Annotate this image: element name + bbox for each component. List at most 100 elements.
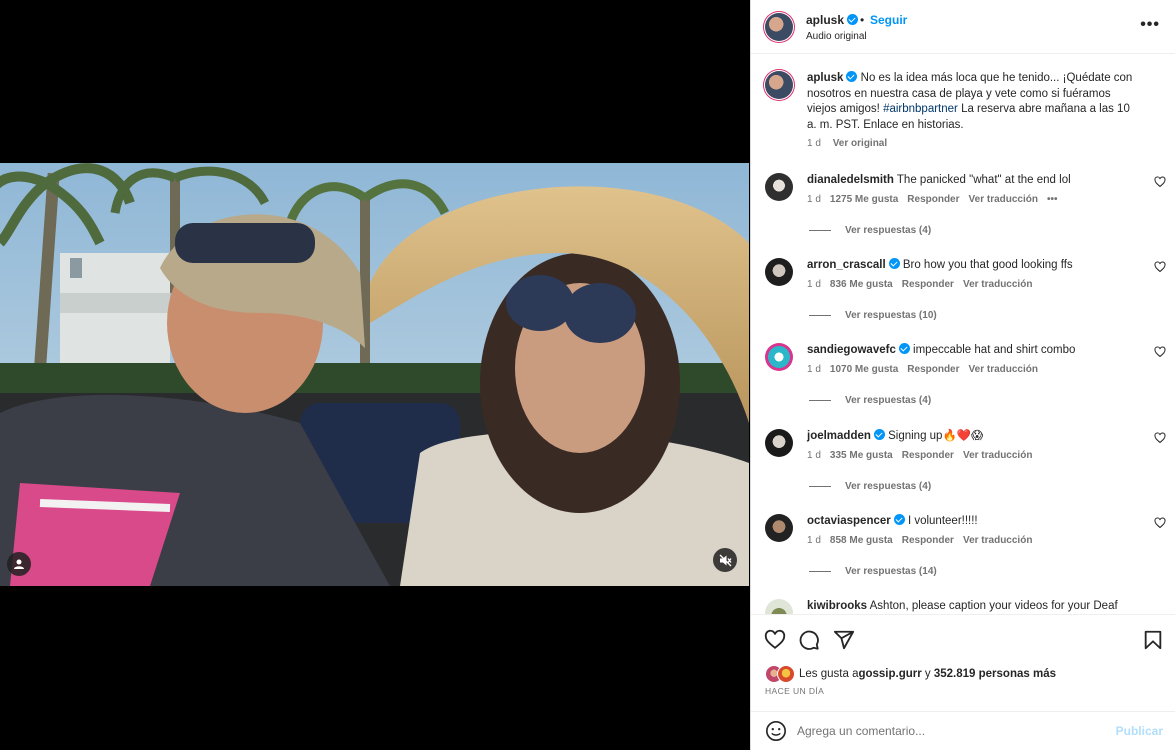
comment-time: 1 d: [807, 535, 821, 546]
comment-likes[interactable]: 858 Me gusta: [830, 535, 893, 546]
post-header: aplusk • Seguir Audio original •••: [751, 0, 1175, 54]
comment-more-icon[interactable]: •••: [1047, 194, 1058, 205]
view-replies-button[interactable]: Ver respuestas (4): [809, 481, 931, 492]
heart-icon[interactable]: [1154, 346, 1166, 358]
comment-likes[interactable]: 1275 Me gusta: [830, 194, 898, 205]
audio-link[interactable]: Audio original: [806, 31, 867, 42]
translate-link[interactable]: Ver traducción: [969, 364, 1038, 375]
avatar[interactable]: [765, 343, 793, 371]
avatar[interactable]: [765, 13, 793, 41]
user-tag-icon[interactable]: [7, 552, 31, 576]
post-timestamp: HACE UN DÍA: [765, 686, 825, 696]
reply-button[interactable]: Responder: [907, 364, 959, 375]
comment-time: 1 d: [807, 364, 821, 375]
avatar[interactable]: [765, 599, 793, 614]
view-replies-button[interactable]: Ver respuestas (14): [809, 566, 937, 577]
view-replies-button[interactable]: Ver respuestas (4): [809, 395, 931, 406]
comment-time: 1 d: [807, 279, 821, 290]
comment-likes[interactable]: 335 Me gusta: [830, 450, 893, 461]
heart-icon[interactable]: [1154, 432, 1166, 444]
comment-text: kiwibrooks Ashton, please caption your v…: [807, 599, 1147, 614]
comment-time: 1 d: [807, 194, 821, 205]
post-side-panel: aplusk • Seguir Audio original ••• aplus…: [750, 0, 1175, 750]
translate-link[interactable]: Ver traducción: [963, 279, 1032, 290]
comment-text: sandiegowavefc impeccable hat and shirt …: [807, 343, 1137, 359]
comment-username[interactable]: sandiegowavefc: [807, 344, 896, 356]
more-options-icon[interactable]: •••: [1140, 16, 1160, 34]
comment-time: 1 d: [807, 138, 821, 149]
likes-conjunction: y: [921, 668, 934, 680]
author-username[interactable]: aplusk: [806, 13, 859, 27]
reply-button[interactable]: Responder: [902, 279, 954, 290]
add-comment-bar: Publicar: [751, 711, 1175, 750]
instagram-post-modal: aplusk • Seguir Audio original ••• aplus…: [0, 0, 1175, 750]
publish-button[interactable]: Publicar: [1116, 724, 1163, 738]
smiley-icon[interactable]: [765, 720, 787, 742]
comment-text: joelmadden Signing up🔥❤️😱: [807, 429, 1137, 445]
caption-text: aplusk No es la idea más loca que he ten…: [807, 71, 1137, 133]
comment-username[interactable]: kiwibrooks: [807, 600, 867, 612]
comment-body: Ashton, please caption your videos for y…: [867, 600, 1118, 612]
comment-text: dianaledelsmith The panicked "what" at t…: [807, 173, 1137, 189]
view-replies-button[interactable]: Ver respuestas (4): [809, 225, 931, 236]
heart-icon[interactable]: [764, 629, 786, 651]
comment-body: I volunteer!!!!!: [904, 515, 978, 527]
verified-badge-icon: [873, 429, 885, 440]
verified-badge-icon: [893, 514, 905, 525]
heart-icon[interactable]: [1154, 261, 1166, 273]
avatar[interactable]: [765, 514, 793, 542]
comment-username[interactable]: dianaledelsmith: [807, 174, 894, 186]
follow-button[interactable]: Seguir: [870, 13, 907, 27]
comment-meta: 1 d 335 Me gusta Responder Ver traducción: [807, 450, 1041, 461]
hashtag-link[interactable]: #airbnbpartner: [883, 103, 958, 115]
comments-list[interactable]: aplusk No es la idea más loca que he ten…: [751, 55, 1175, 614]
avatar[interactable]: [765, 173, 793, 201]
comment-body: Signing up🔥❤️😱: [884, 430, 984, 442]
translate-link[interactable]: Ver traducción: [969, 194, 1038, 205]
reply-button[interactable]: Responder: [902, 450, 954, 461]
comment-text: octaviaspencer I volunteer!!!!!: [807, 514, 1137, 530]
avatar[interactable]: [765, 429, 793, 457]
comment-likes[interactable]: 1070 Me gusta: [830, 364, 898, 375]
comment-body: impeccable hat and shirt combo: [909, 344, 1076, 356]
caption-meta: 1 d Ver original: [807, 138, 896, 149]
comment-username[interactable]: arron_crascall: [807, 259, 886, 271]
comment-meta: 1 d 1275 Me gusta Responder Ver traducción •…: [807, 194, 1067, 205]
media-viewer: [0, 0, 750, 750]
comment-text: arron_crascall Bro how you that good loo…: [807, 258, 1137, 274]
comment-username[interactable]: joelmadden: [807, 430, 871, 442]
likes-count[interactable]: 352.819 personas más: [934, 668, 1056, 680]
separator-dot: •: [860, 13, 865, 27]
muted-speaker-icon[interactable]: [713, 548, 737, 572]
video-frame: [0, 163, 749, 586]
comment-body: The panicked "what" at the end lol: [893, 174, 1071, 186]
comment-meta: 1 d 858 Me gusta Responder Ver traducción: [807, 535, 1041, 546]
avatar[interactable]: [765, 258, 793, 286]
reply-button[interactable]: Responder: [902, 535, 954, 546]
comment-input[interactable]: [797, 720, 1107, 742]
post-video[interactable]: [0, 163, 749, 586]
liker-username[interactable]: gossip.gurr: [858, 668, 921, 680]
heart-icon[interactable]: [1154, 176, 1166, 188]
comment-username[interactable]: octaviaspencer: [807, 515, 891, 527]
comment-likes[interactable]: 836 Me gusta: [830, 279, 893, 290]
see-original-link[interactable]: Ver original: [833, 138, 887, 149]
verified-badge-icon: [898, 343, 910, 354]
avatar: [777, 665, 795, 683]
post-actions: Les gusta a gossip.gurr y 352.819 person…: [751, 614, 1175, 749]
heart-icon[interactable]: [1154, 517, 1166, 529]
comment-bubble-icon[interactable]: [798, 629, 820, 651]
paper-plane-icon[interactable]: [833, 629, 855, 651]
reply-button[interactable]: Responder: [907, 194, 959, 205]
translate-link[interactable]: Ver traducción: [963, 450, 1032, 461]
caption-username[interactable]: aplusk: [807, 72, 843, 84]
verified-badge-icon: [888, 258, 900, 269]
comment-body: Bro how you that good looking ffs: [899, 259, 1073, 271]
translate-link[interactable]: Ver traducción: [963, 535, 1032, 546]
avatar[interactable]: [765, 71, 793, 99]
verified-badge-icon: [846, 71, 858, 82]
comment-time: 1 d: [807, 450, 821, 461]
likes-prefix: Les gusta a: [799, 668, 859, 680]
bookmark-icon[interactable]: [1142, 629, 1164, 651]
view-replies-button[interactable]: Ver respuestas (10): [809, 310, 937, 321]
